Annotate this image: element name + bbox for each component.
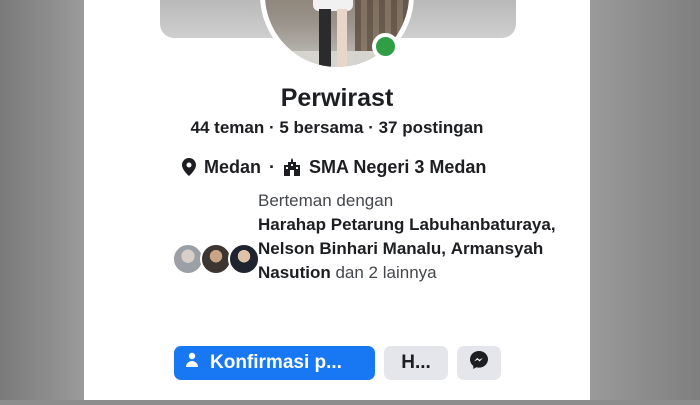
messenger-icon (469, 350, 489, 376)
confirm-button-label: Konfirmasi p... (210, 352, 342, 373)
profile-name[interactable]: Perwirast (84, 84, 590, 113)
separator: · (269, 156, 276, 177)
school-text[interactable]: SMA Negeri 3 Medan (309, 157, 486, 178)
school-building-icon (283, 158, 301, 176)
mutual-friends-avatars[interactable] (172, 243, 262, 277)
location-text[interactable]: Medan (204, 157, 261, 178)
secondary-action-button[interactable]: H... (384, 346, 448, 380)
profile-info-row: Medan · SMA Negeri 3 Medan (182, 155, 486, 179)
profile-card: Perwirast 44 teman · 5 bersama · 37 post… (84, 0, 590, 400)
mutual-prefix: Berteman dengan (258, 191, 394, 210)
secondary-button-label: H... (401, 352, 431, 373)
mutual-friend-2[interactable]: Nelson Binhari Manalu (258, 239, 441, 258)
comma: , (441, 239, 446, 258)
confirm-friend-button[interactable]: Konfirmasi p... (174, 346, 375, 380)
avatar (228, 243, 260, 275)
mutual-suffix: dan 2 lainnya (335, 263, 437, 282)
person-add-icon (186, 352, 200, 374)
mutual-friend-1[interactable]: Harahap Petarung Labuhanbaturaya (258, 215, 551, 234)
profile-stats: 44 teman · 5 bersama · 37 postingan (190, 118, 484, 137)
online-status-indicator (372, 33, 399, 60)
message-button[interactable] (457, 346, 501, 380)
mutual-friends-text[interactable]: Berteman dengan Harahap Petarung Labuhan… (258, 189, 568, 285)
map-pin-icon (182, 158, 196, 176)
comma: , (550, 215, 556, 234)
background-right (590, 0, 700, 400)
overlay-caption-cropped (120, 385, 520, 405)
background-left (0, 0, 84, 400)
